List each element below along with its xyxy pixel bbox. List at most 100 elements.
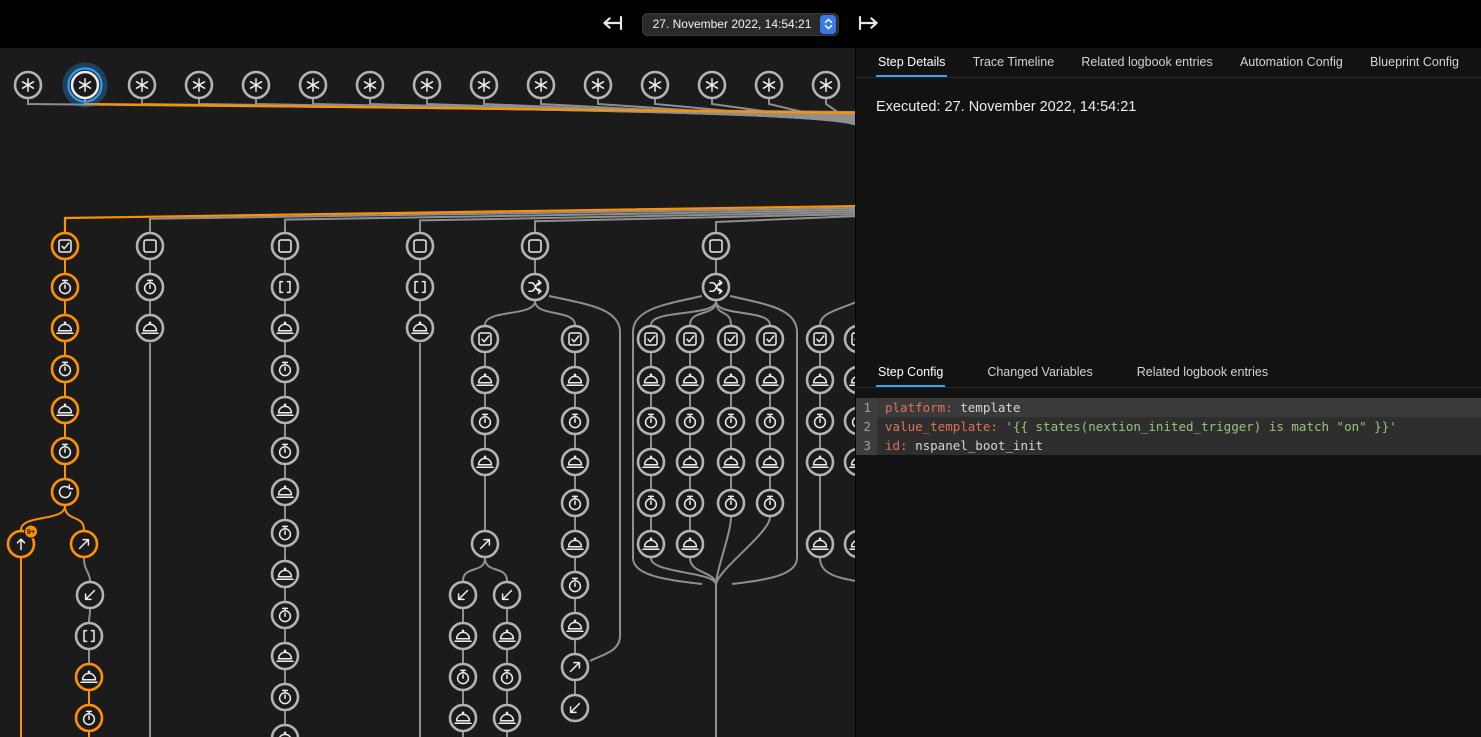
graph-node-service[interactable]	[845, 449, 855, 475]
graph-node-asterisk[interactable]	[129, 72, 155, 98]
yaml-editor[interactable]: 1platform: template2value_template: '{{ …	[856, 398, 1481, 455]
graph-node-service[interactable]	[807, 531, 833, 557]
graph-node-brackets[interactable]	[407, 274, 433, 300]
graph-node-asterisk[interactable]	[414, 72, 440, 98]
tab-related-logbook-entries[interactable]: Related logbook entries	[1135, 358, 1270, 387]
graph-node-parallel[interactable]	[703, 274, 729, 300]
graph-node-delay[interactable]	[718, 490, 744, 516]
graph-node-service[interactable]	[562, 449, 588, 475]
graph-node-asterisk[interactable]	[243, 72, 269, 98]
graph-node-condition[interactable]	[807, 326, 833, 352]
next-run-button[interactable]	[855, 11, 881, 37]
graph-node-service[interactable]	[52, 315, 78, 341]
graph-node-delay[interactable]	[638, 490, 664, 516]
graph-node-service[interactable]	[807, 449, 833, 475]
graph-node-asterisk[interactable]	[357, 72, 383, 98]
graph-node-arrow-up[interactable]: 9+	[8, 525, 38, 557]
graph-node-delay[interactable]	[52, 274, 78, 300]
graph-node-service[interactable]	[76, 664, 102, 690]
graph-node-delay[interactable]	[562, 490, 588, 516]
graph-node-service[interactable]	[137, 315, 163, 341]
graph-node-service[interactable]	[718, 367, 744, 393]
graph-node-arrow-bottom-left[interactable]	[494, 582, 520, 608]
graph-node-delay[interactable]	[52, 438, 78, 464]
graph-node-service[interactable]	[494, 623, 520, 649]
graph-node-service[interactable]	[272, 725, 298, 737]
graph-node-service[interactable]	[450, 705, 476, 731]
code-line[interactable]: 1platform: template	[856, 398, 1481, 417]
graph-node-condition-blank[interactable]	[522, 233, 548, 259]
graph-node-brackets[interactable]	[76, 623, 102, 649]
graph-node-delay[interactable]	[272, 602, 298, 628]
code-line[interactable]: 3id: nspanel_boot_init	[856, 436, 1481, 455]
tab-related-logbook-entries[interactable]: Related logbook entries	[1079, 48, 1214, 77]
graph-node-condition[interactable]	[638, 326, 664, 352]
graph-node-asterisk[interactable]	[699, 72, 725, 98]
graph-node-delay[interactable]	[677, 408, 703, 434]
graph-node-service[interactable]	[52, 397, 78, 423]
graph-node-condition-blank[interactable]	[703, 233, 729, 259]
graph-node-condition-blank[interactable]	[272, 233, 298, 259]
graph-node-service[interactable]	[677, 449, 703, 475]
graph-node-condition[interactable]	[472, 326, 498, 352]
graph-node-delay[interactable]	[757, 408, 783, 434]
graph-node-asterisk[interactable]	[642, 72, 668, 98]
graph-node-delay[interactable]	[845, 408, 855, 434]
graph-node-service[interactable]	[562, 613, 588, 639]
graph-node-condition-blank[interactable]	[407, 233, 433, 259]
graph-node-service[interactable]	[407, 315, 433, 341]
graph-node-service[interactable]	[272, 315, 298, 341]
graph-node-service[interactable]	[845, 531, 855, 557]
graph-node-delay[interactable]	[494, 664, 520, 690]
graph-node-delay[interactable]	[638, 408, 664, 434]
graph-node-asterisk[interactable]	[15, 72, 41, 98]
graph-node-service[interactable]	[272, 397, 298, 423]
graph-node-arrow-top-right[interactable]	[562, 654, 588, 680]
graph-node-delay[interactable]	[757, 490, 783, 516]
graph-node-condition[interactable]	[562, 326, 588, 352]
graph-node-arrow-bottom-left[interactable]	[450, 582, 476, 608]
graph-node-asterisk[interactable]	[186, 72, 212, 98]
graph-node-service[interactable]	[718, 449, 744, 475]
graph-node-condition[interactable]	[845, 326, 855, 352]
tab-automation-config[interactable]: Automation Config	[1238, 48, 1345, 77]
graph-node-service[interactable]	[494, 705, 520, 731]
graph-node-delay[interactable]	[677, 490, 703, 516]
tab-blueprint-config[interactable]: Blueprint Config	[1368, 48, 1461, 77]
code-line[interactable]: 2value_template: '{{ states(nextion_init…	[856, 417, 1481, 436]
graph-node-delay[interactable]	[718, 408, 744, 434]
graph-node-arrow-bottom-left[interactable]	[77, 582, 103, 608]
graph-node-brackets[interactable]	[272, 274, 298, 300]
graph-node-delay[interactable]	[272, 520, 298, 546]
graph-node-arrow-top-right[interactable]	[472, 531, 498, 557]
graph-node-service[interactable]	[272, 479, 298, 505]
graph-node-delay[interactable]	[137, 274, 163, 300]
graph-node-service[interactable]	[757, 367, 783, 393]
graph-node-parallel[interactable]	[522, 274, 548, 300]
graph-node-service[interactable]	[677, 531, 703, 557]
graph-node-condition[interactable]	[677, 326, 703, 352]
previous-run-button[interactable]	[600, 11, 626, 37]
graph-node-delay[interactable]	[807, 408, 833, 434]
graph-node-condition-blank[interactable]	[137, 233, 163, 259]
graph-node-condition[interactable]	[52, 233, 78, 259]
graph-node-arrow-top-right[interactable]	[71, 531, 97, 557]
tab-step-details[interactable]: Step Details	[876, 48, 947, 77]
graph-node-asterisk[interactable]	[65, 65, 105, 105]
graph-node-delay[interactable]	[562, 408, 588, 434]
graph-node-service[interactable]	[472, 449, 498, 475]
graph-node-condition[interactable]	[718, 326, 744, 352]
graph-node-service[interactable]	[845, 367, 855, 393]
graph-node-asterisk[interactable]	[528, 72, 554, 98]
graph-node-asterisk[interactable]	[471, 72, 497, 98]
graph-node-service[interactable]	[807, 367, 833, 393]
graph-node-service[interactable]	[272, 643, 298, 669]
graph-node-repeat[interactable]	[52, 479, 78, 505]
tab-changed-variables[interactable]: Changed Variables	[985, 358, 1094, 387]
graph-node-service[interactable]	[677, 367, 703, 393]
graph-node-service[interactable]	[450, 623, 476, 649]
graph-node-service[interactable]	[562, 531, 588, 557]
graph-node-service[interactable]	[638, 531, 664, 557]
tab-trace-timeline[interactable]: Trace Timeline	[971, 48, 1057, 77]
graph-node-asterisk[interactable]	[300, 72, 326, 98]
